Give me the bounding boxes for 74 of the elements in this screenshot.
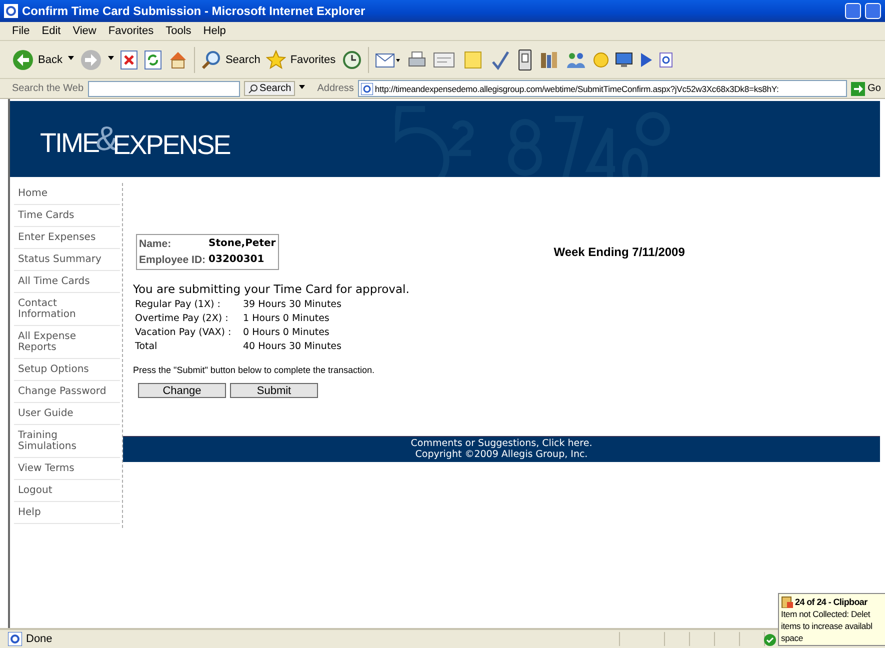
browser-page-icon bbox=[360, 82, 373, 94]
nav-link[interactable]: User Guide bbox=[14, 403, 120, 425]
menu-item[interactable]: Tools bbox=[160, 25, 198, 37]
search-bar-label: Search the Web bbox=[12, 83, 84, 94]
address-field[interactable]: http://timeandexpensedemo.allegisgroup.com/webtime/SubmitTimeConfirm.aspx?jVc52w3Xc68x3Dk8=ks8hY: bbox=[358, 80, 847, 97]
pay-value: 1 Hours 0 Minutes bbox=[243, 313, 330, 324]
nav-link[interactable]: Contact Information bbox=[14, 293, 120, 326]
nav-link[interactable]: Help bbox=[14, 502, 120, 524]
star-icon bbox=[266, 50, 286, 70]
nav-link[interactable]: Enter Expenses bbox=[14, 227, 120, 249]
nav-link[interactable]: All Time Cards bbox=[14, 271, 120, 293]
pay-label: Total bbox=[135, 341, 158, 352]
pay-label: Overtime Pay (2X) : bbox=[135, 313, 230, 324]
instruction-text: Press the "Submit" button below to complete the transaction. bbox=[133, 365, 376, 375]
clipboard-icon bbox=[781, 596, 793, 608]
menu-item[interactable]: File bbox=[6, 25, 36, 37]
address-label: Address bbox=[317, 83, 354, 94]
pay-value: 0 Hours 0 Minutes bbox=[243, 327, 330, 338]
menu-item[interactable]: Edit bbox=[36, 25, 67, 37]
menu-item[interactable]: View bbox=[66, 25, 102, 37]
home-icon[interactable] bbox=[168, 50, 188, 70]
clock-icon[interactable] bbox=[342, 50, 362, 70]
search-icon bbox=[201, 50, 222, 70]
pay-value: 39 Hours 30 Minutes bbox=[243, 299, 342, 310]
employee-id-label: Employee ID: bbox=[139, 254, 206, 266]
maximize-button[interactable] bbox=[865, 3, 881, 19]
nav-link[interactable]: Home bbox=[14, 183, 120, 205]
copyright-text: Copyright ©2009 Allegis Group, Inc. bbox=[414, 449, 589, 460]
pointer-icon[interactable] bbox=[638, 52, 653, 68]
printer-icon[interactable] bbox=[406, 50, 427, 70]
nav-link[interactable]: Logout bbox=[14, 480, 120, 502]
menu-item[interactable]: Help bbox=[197, 25, 232, 37]
form-button[interactable]: Submit bbox=[230, 383, 318, 398]
week-ending-heading: Week Ending 7/11/2009 bbox=[554, 245, 685, 259]
feedback-link[interactable]: Comments or Suggestions, Click here. bbox=[123, 438, 880, 449]
status-text: Done bbox=[26, 633, 52, 645]
clipboard-title: 24 of 24 - Clipboar bbox=[795, 596, 868, 608]
pay-label: Vacation Pay (VAX) : bbox=[135, 327, 232, 338]
nav-link[interactable]: All Expense Reports bbox=[14, 326, 120, 359]
search-icon bbox=[248, 84, 258, 94]
employee-name: Stone,Peter bbox=[208, 238, 276, 250]
menu-item[interactable]: Favorites bbox=[102, 25, 160, 37]
browser-page-icon bbox=[8, 632, 22, 646]
check-icon bbox=[764, 634, 776, 646]
nav-link[interactable]: Change Password bbox=[14, 381, 120, 403]
favorites-button[interactable]: Favorites bbox=[266, 50, 336, 70]
pay-label: Regular Pay (1X) : bbox=[135, 299, 222, 310]
stop-icon[interactable] bbox=[120, 50, 138, 70]
window-title: Confirm Time Card Submission - Microsoft Internet Explorer bbox=[22, 4, 366, 18]
books-icon[interactable] bbox=[538, 50, 559, 70]
monitor-icon[interactable] bbox=[614, 52, 633, 68]
device-icon[interactable] bbox=[516, 48, 533, 70]
form-button[interactable]: Change bbox=[138, 383, 226, 398]
minimize-button[interactable] bbox=[845, 3, 861, 19]
search-button[interactable]: Search bbox=[201, 50, 260, 70]
go-button[interactable]: Go bbox=[868, 83, 881, 94]
pay-value: 40 Hours 30 Minutes bbox=[243, 341, 342, 352]
document-edit-icon[interactable] bbox=[432, 50, 457, 70]
name-label: Name: bbox=[139, 238, 172, 250]
search-button[interactable]: Search bbox=[244, 81, 296, 96]
nav-link[interactable]: Time Cards bbox=[14, 205, 120, 227]
nav-link[interactable]: View Terms bbox=[14, 458, 120, 480]
clipboard-message: Item not Collected: Delet items to increase availabl space bbox=[781, 608, 874, 644]
nav-link[interactable]: Status Summary bbox=[14, 249, 120, 271]
browser-page-icon bbox=[4, 4, 18, 18]
search-field[interactable] bbox=[88, 80, 240, 96]
intro-text: You are submitting your Time Card for approval. bbox=[133, 282, 410, 296]
employee-id: 03200301 bbox=[208, 254, 266, 266]
back-button[interactable]: Back bbox=[12, 48, 62, 70]
go-arrow-icon[interactable] bbox=[850, 82, 865, 96]
refresh-icon[interactable] bbox=[144, 50, 162, 70]
browser-page-icon[interactable] bbox=[658, 52, 673, 68]
nav-link[interactable]: Training Simulations bbox=[14, 425, 120, 458]
nav-link[interactable]: Setup Options bbox=[14, 359, 120, 381]
